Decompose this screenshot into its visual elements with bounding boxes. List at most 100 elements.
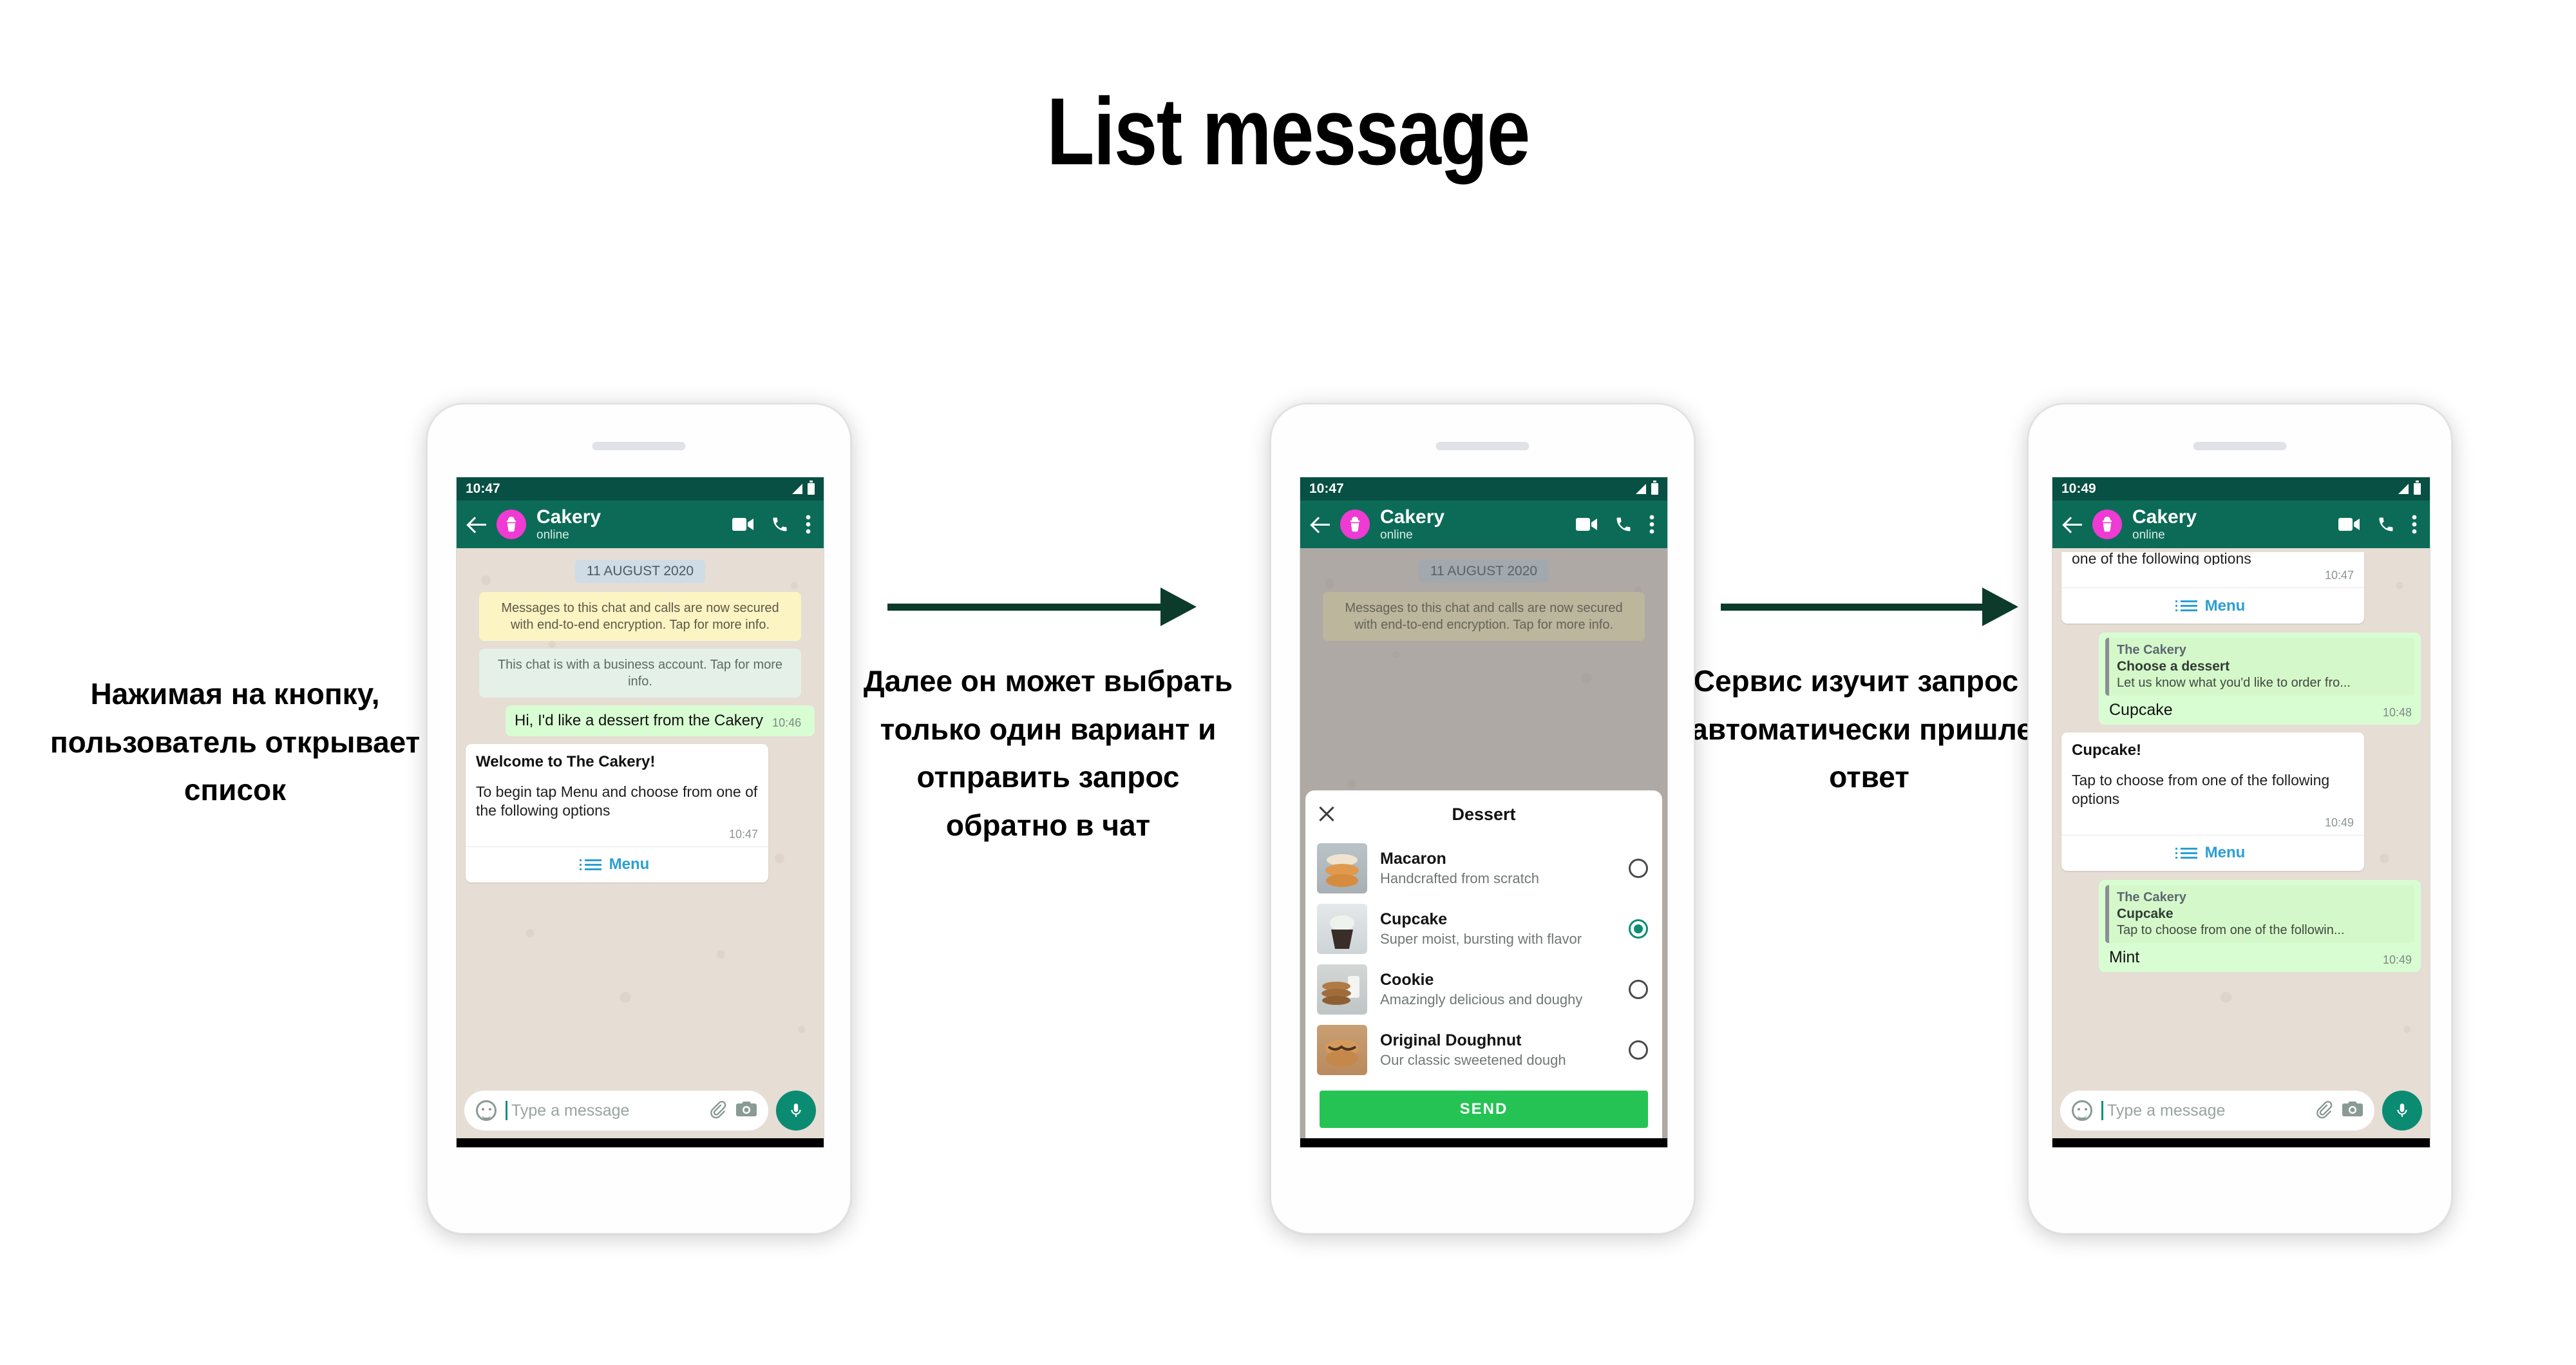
voice-message-button[interactable] [2382, 1091, 2422, 1131]
encryption-notice[interactable]: Messages to this chat and calls are now … [479, 592, 801, 641]
flow-arrow-2 [1721, 587, 2018, 626]
signal-icon [792, 484, 802, 494]
menu-button[interactable]: Menu [2061, 587, 2364, 624]
card-title: Welcome to The Cakery! [476, 753, 656, 770]
sheet-header: Dessert [1305, 790, 1662, 838]
list-icon [579, 859, 601, 870]
overflow-menu-icon[interactable] [1649, 515, 1654, 534]
video-call-icon[interactable] [2338, 516, 2360, 533]
list-item[interactable]: Original Doughnut Our classic sweetened … [1305, 1020, 1662, 1080]
attach-icon[interactable] [2314, 1100, 2333, 1122]
list-item-text: Macaron Handcrafted from scratch [1380, 850, 1616, 887]
menu-button-label: Menu [2204, 844, 2246, 862]
battery-icon [808, 481, 815, 495]
emoji-icon[interactable] [2072, 1100, 2092, 1121]
status-clock: 10:47 [1309, 481, 1344, 496]
card-time: 10:47 [2324, 569, 2354, 582]
menu-button-label: Menu [609, 855, 650, 873]
battery-icon [1651, 481, 1658, 495]
avatar[interactable] [497, 510, 526, 539]
phone-mockup-2: 10:47 Cakery online 11 AUGUST 2020 Messa… [1270, 403, 1695, 1234]
message-time: 10:46 [772, 716, 802, 729]
list-icon [2175, 600, 2197, 611]
chat-scroll-area[interactable]: 11 AUGUST 2020 Messages to this chat and… [1300, 548, 1667, 1138]
doughnut-thumbnail-icon [1317, 1025, 1367, 1075]
list-item[interactable]: Cookie Amazingly delicious and doughy [1305, 959, 1662, 1020]
phone-screen: 10:47 Cakery online 11 AUGUST 2020 Messa… [456, 477, 824, 1148]
contact-status: online [536, 528, 569, 542]
overflow-menu-icon[interactable] [806, 515, 811, 534]
send-button[interactable]: SEND [1320, 1091, 1648, 1128]
cookie-thumbnail-icon [1317, 964, 1367, 1015]
emoji-icon[interactable] [476, 1100, 497, 1121]
contact-info[interactable]: Cakery online [2130, 507, 2331, 542]
radio-button[interactable] [1629, 1040, 1648, 1060]
reply-selection: Mint [2109, 948, 2140, 966]
list-item[interactable]: Macaron Handcrafted from scratch [1305, 838, 1662, 899]
avatar[interactable] [2092, 510, 2122, 539]
contact-info[interactable]: Cakery online [534, 507, 724, 542]
message-composer: Type a message [457, 1083, 824, 1138]
phone-call-icon[interactable] [1615, 515, 1633, 533]
cupcake-thumbnail-icon [1317, 904, 1367, 954]
phone-screen: 10:49 Cakery online one of the following… [2052, 477, 2430, 1148]
back-icon[interactable] [467, 513, 489, 535]
card-text-clipped: one of the following options [2072, 552, 2251, 565]
android-nav-bar [457, 1138, 824, 1147]
chat-app-bar: Cakery online [1300, 501, 1667, 548]
dessert-list-sheet: Dessert Macaron Handcrafted from scratch [1305, 790, 1662, 1138]
list-item[interactable]: Cupcake Super moist, bursting with flavo… [1305, 899, 1662, 959]
arrow-shaft [1721, 603, 1984, 611]
card-title: Cupcake! [2072, 741, 2142, 759]
message-input-pill[interactable]: Type a message [464, 1091, 768, 1131]
radio-button[interactable] [1629, 980, 1648, 999]
status-bar: 10:49 [2052, 477, 2430, 501]
menu-button-label: Menu [2204, 597, 2246, 615]
android-nav-bar [2052, 1138, 2430, 1147]
radio-button-selected[interactable] [1629, 919, 1648, 939]
camera-icon[interactable] [2342, 1100, 2363, 1122]
chat-scroll-area[interactable]: 11 AUGUST 2020 Messages to this chat and… [457, 548, 824, 1083]
overflow-menu-icon[interactable] [2412, 515, 2417, 534]
chat-app-bar: Cakery online [2052, 501, 2430, 548]
earpiece-speaker [592, 442, 686, 450]
quote-title: Choose a dessert [2117, 659, 2230, 674]
caption-step-2: Далее он может выбрать только один вариа… [863, 664, 1233, 842]
arrow-head-icon [1160, 587, 1197, 626]
status-bar: 10:47 [457, 477, 824, 501]
voice-message-button[interactable] [776, 1091, 816, 1131]
sheet-title: Dessert [1452, 804, 1516, 824]
video-call-icon[interactable] [1576, 516, 1598, 533]
video-call-icon[interactable] [732, 516, 754, 533]
phone-mockup-3: 10:49 Cakery online one of the following… [2027, 403, 2452, 1234]
menu-button[interactable]: Menu [466, 846, 768, 883]
reply-time: 10:49 [2382, 953, 2412, 966]
arrow-head-icon [1982, 587, 2018, 626]
text-caret [506, 1101, 507, 1120]
list-item-desc: Amazingly delicious and doughy [1380, 991, 1583, 1007]
menu-button[interactable]: Menu [2061, 834, 2364, 871]
back-icon[interactable] [1311, 513, 1332, 535]
message-input-pill[interactable]: Type a message [2060, 1091, 2374, 1131]
back-icon[interactable] [2063, 513, 2085, 535]
earpiece-speaker [2193, 442, 2287, 450]
chat-scroll-area[interactable]: one of the following options 10:47 Menu … [2052, 548, 2430, 1083]
message-text: Hi, I'd like a dessert from the Cakery [515, 712, 764, 729]
quoted-list-message: The Cakery Cupcake Tap to choose from on… [2105, 884, 2414, 943]
contact-info[interactable]: Cakery online [1378, 507, 1568, 542]
radio-button[interactable] [1629, 859, 1648, 878]
business-account-notice[interactable]: This chat is with a business account. Ta… [479, 649, 801, 698]
close-icon[interactable] [1317, 805, 1336, 824]
status-icons [792, 481, 815, 495]
attach-icon[interactable] [708, 1100, 727, 1122]
status-bar: 10:47 [1300, 477, 1667, 501]
contact-name: Cakery [1380, 506, 1445, 528]
phone-call-icon[interactable] [771, 515, 789, 533]
avatar[interactable] [1340, 510, 1370, 539]
outgoing-list-reply-1: The Cakery Choose a dessert Let us know … [2099, 633, 2421, 725]
outgoing-message-bubble: Hi, I'd like a dessert from the Cakery 1… [506, 705, 815, 736]
camera-icon[interactable] [736, 1100, 757, 1122]
phone-screen: 10:47 Cakery online 11 AUGUST 2020 Messa… [1300, 477, 1668, 1148]
list-icon [2175, 847, 2197, 859]
phone-call-icon[interactable] [2377, 515, 2395, 533]
